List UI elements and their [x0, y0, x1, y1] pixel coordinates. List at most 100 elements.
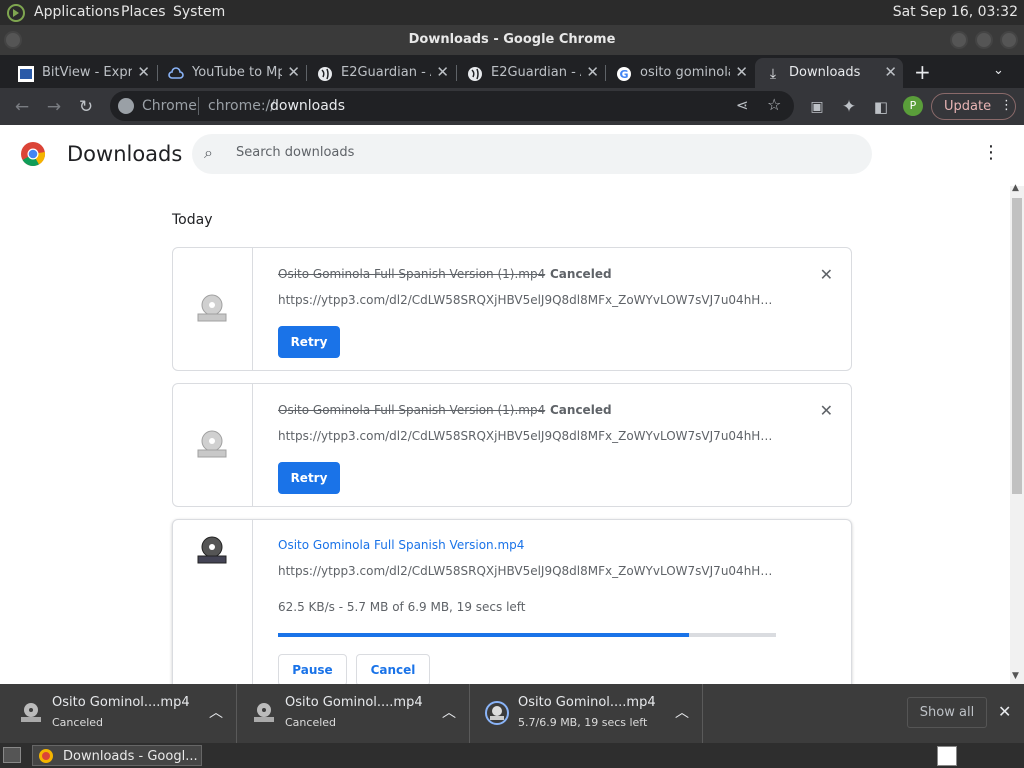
retry-button[interactable]: Retry: [278, 326, 340, 358]
share-icon[interactable]: ⋖: [736, 96, 749, 114]
page-title: Downloads: [67, 142, 183, 166]
remove-item-close-icon[interactable]: ✕: [820, 265, 833, 284]
system-top-bar: Applications Places System Sat Sep 16, 0…: [0, 0, 1024, 25]
tab-e2guardian-2[interactable]: E2Guardian - A ✕: [457, 58, 605, 88]
download-item-active: Osito Gominola Full Spanish Version.mp4 …: [172, 519, 852, 684]
taskbar-window-button[interactable]: Downloads - Googl...: [32, 745, 202, 766]
close-icon[interactable]: ✕: [287, 63, 300, 81]
tab-downloads[interactable]: ⤓ Downloads ✕: [755, 58, 903, 88]
shelf-item-name: Osito Gominol....mp4: [285, 695, 423, 710]
film-reel-icon: [197, 294, 227, 322]
chevron-up-icon[interactable]: ︿: [209, 702, 223, 722]
menu-places[interactable]: Places: [121, 4, 166, 20]
back-icon[interactable]: ←: [12, 97, 32, 117]
system-taskbar: Downloads - Googl...: [0, 743, 1024, 768]
browser-toolbar: ← → ↻ Chrome chrome:// downloads ⋖ ☆ ▣ ✦…: [0, 88, 1024, 125]
chrome-logo-icon: [39, 749, 53, 763]
download-filename: Osito Gominola Full Spanish Version (1).…: [278, 267, 546, 281]
gnome-foot-icon[interactable]: [6, 3, 26, 23]
download-shelf: Osito Gominol....mp4 Canceled ︿ Osito Go…: [0, 684, 1024, 743]
downloads-page: Downloads ⌕ Search downloads ⋮ Today Osi…: [0, 126, 1024, 684]
profile-avatar[interactable]: P: [903, 96, 923, 116]
globe-icon: [318, 67, 332, 81]
search-placeholder: Search downloads: [236, 145, 355, 160]
window-title: Downloads - Google Chrome: [408, 32, 616, 47]
scroll-down-arrow-icon[interactable]: ▼: [1012, 671, 1019, 681]
search-icon: ⌕: [204, 143, 213, 162]
tab-bitview[interactable]: BitView - Expr ✕: [8, 58, 156, 88]
download-filename-link[interactable]: Osito Gominola Full Spanish Version.mp4: [278, 538, 524, 552]
omnibox[interactable]: Chrome chrome:// downloads ⋖ ☆: [110, 91, 794, 121]
forward-icon[interactable]: →: [44, 97, 64, 117]
page-scrollbar-thumb[interactable]: [1012, 198, 1022, 494]
remove-item-close-icon[interactable]: ✕: [820, 401, 833, 420]
shelf-item-active[interactable]: Osito Gominol....mp4 5.7/6.9 MB, 19 secs…: [470, 684, 703, 743]
downloads-header: Downloads ⌕ Search downloads ⋮: [0, 126, 1024, 182]
bitview-icon: [18, 66, 34, 82]
menu-system[interactable]: System: [173, 4, 225, 20]
bookmark-star-icon[interactable]: ☆: [767, 95, 781, 114]
film-reel-icon: [197, 536, 227, 564]
download-url[interactable]: https://ytpp3.com/dl2/CdLW58SRQXjHBV5elJ…: [278, 564, 774, 578]
progress-fill: [278, 633, 690, 637]
google-icon: G: [617, 67, 631, 81]
tab-strip: BitView - Expr ✕ YouTube to Mp ✕ E2Guard…: [0, 55, 1024, 88]
download-url[interactable]: https://ytpp3.com/dl2/CdLW58SRQXjHBV5elJ…: [278, 293, 774, 307]
new-tab-icon[interactable]: +: [914, 60, 931, 84]
site-chip: Chrome: [142, 98, 197, 114]
tab-search-chevron-icon[interactable]: ⌄: [993, 63, 1004, 78]
tab-youtube-to-mp[interactable]: YouTube to Mp ✕: [158, 58, 306, 88]
tab-e2guardian-1[interactable]: E2Guardian - A ✕: [307, 58, 455, 88]
chevron-up-icon[interactable]: ︿: [675, 702, 689, 722]
cancel-button[interactable]: Cancel: [356, 654, 430, 684]
window-minimize-button[interactable]: [950, 31, 968, 49]
system-clock[interactable]: Sat Sep 16, 03:32: [893, 4, 1018, 20]
kebab-menu-icon: ⋮: [1000, 98, 1013, 113]
globe-icon: [468, 67, 482, 81]
show-desktop-icon[interactable]: [3, 747, 21, 763]
reading-mode-icon[interactable]: ▣: [807, 97, 827, 117]
shelf-item-name: Osito Gominol....mp4: [52, 695, 190, 710]
download-url[interactable]: https://ytpp3.com/dl2/CdLW58SRQXjHBV5elJ…: [278, 429, 774, 443]
download-item: Osito Gominola Full Spanish Version (1).…: [172, 247, 852, 371]
shelf-item[interactable]: Osito Gominol....mp4 Canceled ︿: [4, 684, 237, 743]
download-progress-text: 62.5 KB/s - 5.7 MB of 6.9 MB, 19 secs le…: [278, 600, 526, 614]
download-item: Osito Gominola Full Spanish Version (1).…: [172, 383, 852, 507]
show-all-button[interactable]: Show all: [907, 697, 987, 728]
shelf-item[interactable]: Osito Gominol....mp4 Canceled ︿: [237, 684, 470, 743]
tab-google-search[interactable]: G osito gominola ✕: [606, 58, 754, 88]
close-icon[interactable]: ✕: [137, 63, 150, 81]
menu-applications[interactable]: Applications: [34, 4, 120, 20]
close-shelf-icon[interactable]: ✕: [998, 702, 1011, 721]
pause-button[interactable]: Pause: [278, 654, 347, 684]
retry-button[interactable]: Retry: [278, 462, 340, 494]
extensions-puzzle-icon[interactable]: ✦: [839, 97, 859, 117]
side-panel-icon[interactable]: ◧: [871, 97, 891, 117]
film-reel-icon: [21, 703, 41, 722]
window-close-button[interactable]: [1000, 31, 1018, 49]
scroll-up-arrow-icon[interactable]: ▲: [1012, 183, 1019, 193]
chrome-logo-icon: [118, 98, 134, 114]
download-filename: Osito Gominola Full Spanish Version (1).…: [278, 403, 546, 417]
chevron-up-icon[interactable]: ︿: [442, 702, 456, 722]
search-downloads-field[interactable]: ⌕ Search downloads: [192, 134, 872, 174]
download-progress-ring-icon: [485, 701, 509, 725]
window-titlebar: Downloads - Google Chrome: [0, 25, 1024, 55]
close-icon[interactable]: ✕: [436, 63, 449, 81]
update-button[interactable]: Update ⋮: [931, 93, 1016, 120]
more-actions-icon[interactable]: ⋮: [982, 142, 1000, 163]
download-icon: ⤓: [769, 66, 777, 82]
section-heading-today: Today: [172, 212, 213, 228]
tray-chrome-icon[interactable]: [937, 746, 957, 766]
film-reel-icon: [254, 703, 274, 722]
close-icon[interactable]: ✕: [586, 63, 599, 81]
shelf-item-name: Osito Gominol....mp4: [518, 695, 656, 710]
reload-icon[interactable]: ↻: [76, 97, 96, 117]
shelf-item-status: Canceled: [285, 716, 337, 729]
svg-text:G: G: [619, 68, 628, 81]
close-icon[interactable]: ✕: [735, 63, 748, 81]
download-status: Canceled: [550, 267, 612, 281]
cloud-icon: [168, 67, 184, 79]
window-maximize-button[interactable]: [975, 31, 993, 49]
close-icon[interactable]: ✕: [884, 63, 897, 81]
